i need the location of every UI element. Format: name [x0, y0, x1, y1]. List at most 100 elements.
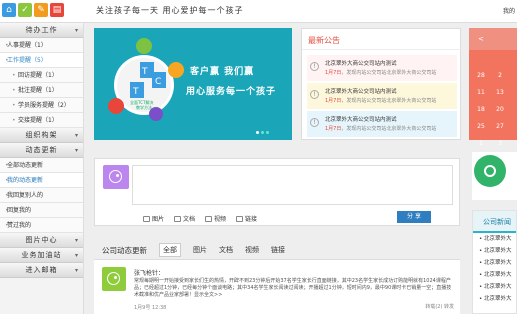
sidebar-section-label: 动态更新 — [25, 146, 58, 154]
sidebar-item[interactable]: • 我的动态更新 — [0, 173, 83, 188]
profile-icon[interactable]: ✓ — [18, 3, 32, 17]
post-actions[interactable]: 转载(2) 转发 — [425, 303, 454, 310]
sidebar-section-label: 进入邮箱 — [25, 266, 58, 274]
composer-tools: 图片 文档 视频 链接 — [143, 214, 257, 223]
slogan: 关注孩子每一天 用心爱护每一个孩子 — [96, 6, 244, 15]
calendar-day[interactable]: 11 — [473, 89, 489, 96]
news-title: 公司新闻 — [473, 211, 516, 233]
notice-item[interactable]: ! 北京翠外大商公交司站内测试 1月7日，发现内站公交司站北京翠外大商公交司站 — [307, 83, 457, 109]
news-item-label: 北京翠外大 — [484, 284, 512, 290]
post-date: 1月9号 12:38 — [134, 305, 167, 311]
share-button[interactable]: 分 享 — [397, 211, 431, 223]
news-item[interactable]: • 北京翠外大 — [473, 293, 516, 305]
sidebar-item[interactable]: • 批注提醒（1） — [0, 83, 83, 98]
calendar-day[interactable]: 28 — [473, 72, 489, 79]
home-icon[interactable]: ⌂ — [2, 3, 16, 17]
composer-tool-2[interactable]: 视频 — [205, 214, 226, 223]
chevron-down-icon: ▾ — [74, 252, 79, 259]
notice-item[interactable]: ! 北京翠外大商公交司站内测试 1月7日，发现内站公交司站北京翠外大商公交司站 — [307, 55, 457, 81]
tools-icon[interactable]: ✎ — [34, 3, 48, 17]
news-item[interactable]: • 北京翠外大 — [473, 233, 516, 245]
sidebar-section-header[interactable]: 组织构架 ▾ — [0, 128, 83, 143]
sidebar-section-header[interactable]: 待办工作 ▾ — [0, 23, 83, 38]
notice-item-text: ，发现内站公交司站北京翠外大商公交司站 — [341, 70, 437, 76]
info-icon: ! — [310, 62, 319, 71]
news-item[interactable]: • 北京翠外大 — [473, 257, 516, 269]
feed-tab[interactable]: 图片 — [193, 245, 207, 255]
bullet-icon: • — [5, 222, 9, 229]
info-icon: ! — [310, 90, 319, 99]
bullet-icon: • — [5, 42, 9, 49]
calendar-week-row: 18 20 — [473, 106, 508, 113]
sidebar-item-label: 我回复别人的 — [7, 192, 44, 199]
post-input[interactable] — [132, 165, 453, 205]
bullet-icon: • — [12, 72, 16, 79]
sidebar-item-label: 我的动态更新 — [7, 177, 44, 184]
bullet-icon: • — [5, 162, 9, 169]
sidebar-item-label: 赞过我的 — [7, 222, 32, 229]
post-author[interactable]: 张飞枪针： — [134, 268, 164, 277]
composer-tool-3[interactable]: 链接 — [236, 214, 257, 223]
notice-item-date: 1月7日 — [325, 70, 342, 76]
sidebar-item[interactable]: • 赞过我的 — [0, 218, 83, 233]
banner-carousel[interactable]: T C T 全面TCT解决 教学方法 客户赢 我们赢 用心服务每一个孩子 — [94, 28, 292, 140]
chevron-down-icon: ▾ — [74, 267, 79, 274]
feed-tabs: 公司动态更新 全部 图片 文档 视频 链接 — [102, 243, 285, 257]
user-link[interactable]: 我的 — [503, 6, 515, 15]
calendar-widget: < 28 2 11 13 18 20 25 27 1 3 — [469, 28, 517, 147]
sidebar-item[interactable]: • 回访提醒（1） — [0, 68, 83, 83]
sidebar-item[interactable]: • 我回复别人的 — [0, 188, 83, 203]
feed-tab[interactable]: 文档 — [219, 245, 233, 255]
calendar-day[interactable]: 1 — [473, 140, 489, 147]
sidebar-section-label: 待办工作 — [25, 26, 58, 34]
sidebar-section-header[interactable]: 业务加油站 ▾ — [0, 248, 83, 263]
calendar-day[interactable]: 3 — [492, 140, 508, 147]
medal-icon — [474, 155, 506, 187]
feed-tab[interactable]: 全部 — [159, 243, 181, 257]
sidebar-section-label: 组织构架 — [25, 131, 58, 139]
sidebar-section-label: 图片中心 — [25, 236, 58, 244]
calendar-day[interactable]: 20 — [492, 106, 508, 113]
calendar-week-row: 25 27 — [473, 123, 508, 130]
calendar-day[interactable]: 27 — [492, 123, 508, 130]
sidebar-item-label: 批注提醒（1） — [18, 87, 58, 94]
composer-tool-label: 链接 — [245, 216, 258, 223]
bullet-icon: • — [5, 57, 9, 64]
sidebar-item[interactable]: • 学员服务提醒（2） — [0, 98, 83, 113]
sidebar-section-label: 业务加油站 — [21, 251, 62, 259]
sidebar-item[interactable]: • 工作提醒（5） — [0, 53, 83, 68]
link-icon — [236, 215, 244, 222]
composer-tool-0[interactable]: 图片 — [143, 214, 164, 223]
sidebar-item[interactable]: • 人事提醒（1） — [0, 38, 83, 53]
carousel-dots[interactable] — [256, 131, 269, 134]
notice-item-title: 北京翠外大商公交司站内测试 — [325, 89, 397, 95]
sidebar-item[interactable]: • 交接提醒（1） — [0, 113, 83, 128]
calendar-day[interactable]: 2 — [492, 72, 508, 79]
sidebar-section-header[interactable]: 进入邮箱 ▾ — [0, 263, 83, 278]
sidebar-section-header[interactable]: 动态更新 ▾ — [0, 143, 83, 158]
video-icon — [205, 215, 213, 222]
bullet-icon: • — [12, 117, 16, 124]
sidebar-item[interactable]: • 全部动态更新 — [0, 158, 83, 173]
feed-tab[interactable]: 视频 — [245, 245, 259, 255]
sidebar-item[interactable]: • 回复我的 — [0, 203, 83, 218]
notice-item-meta: 1月7日，发现内站公交司站北京翠外大商公交司站 — [325, 97, 436, 104]
news-item[interactable]: • 北京翠外大 — [473, 245, 516, 257]
composer-tool-label: 文档 — [183, 216, 196, 223]
badge-card[interactable] — [472, 152, 517, 200]
calendar-prev-button[interactable]: < — [478, 35, 484, 43]
notice-icon[interactable]: ▤ — [50, 3, 64, 17]
calendar-day[interactable]: 13 — [492, 89, 508, 96]
calendar-day[interactable]: 18 — [473, 106, 489, 113]
logo-caption-2: 教学方法 — [136, 104, 152, 110]
notice-item[interactable]: ! 北京翠外大商公交司站内测试 1月7日，发现内站公交司站北京翠外大商公交司站 — [307, 111, 457, 137]
feed-tab[interactable]: 链接 — [271, 245, 285, 255]
sidebar-item-label: 学员服务提醒（2） — [18, 102, 70, 109]
news-item[interactable]: • 北京翠外大 — [473, 281, 516, 293]
calendar-day[interactable]: 25 — [473, 123, 489, 130]
calendar-week-row: 13 — [473, 140, 508, 147]
bullet-icon: • — [5, 177, 9, 184]
composer-tool-1[interactable]: 文档 — [174, 214, 195, 223]
news-item[interactable]: • 北京翠外大 — [473, 269, 516, 281]
sidebar-section-header[interactable]: 图片中心 ▾ — [0, 233, 83, 248]
